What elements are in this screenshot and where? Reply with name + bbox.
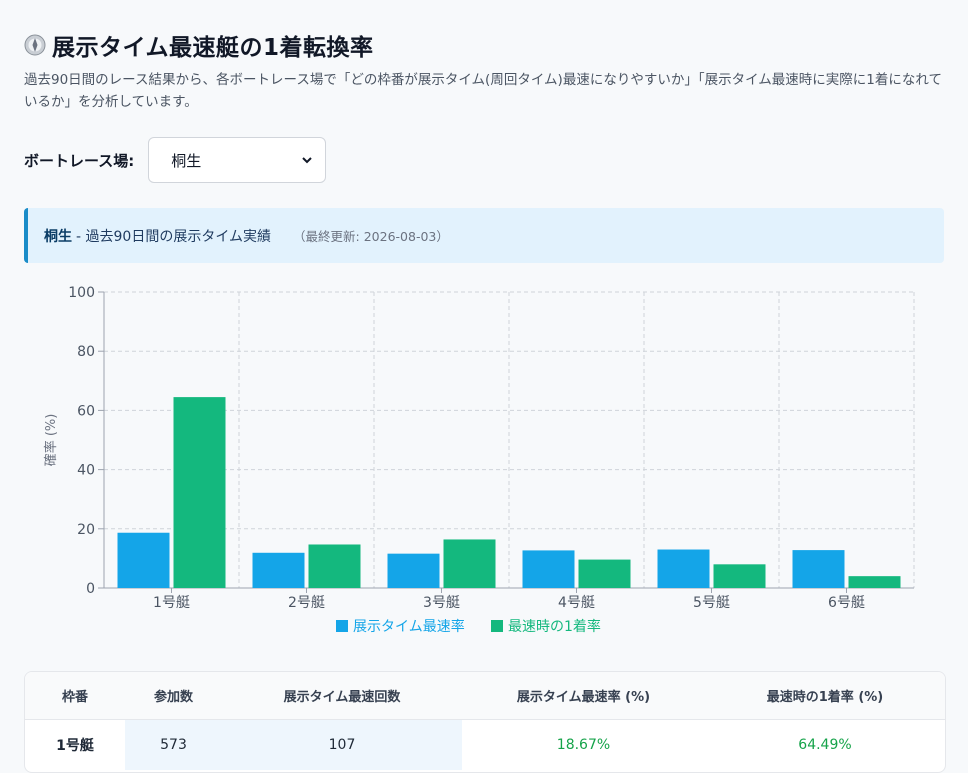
cell-frame: 1号艇 — [56, 738, 94, 754]
x-tick-label: 3号艇 — [423, 595, 460, 611]
x-tick-label: 6号艇 — [828, 595, 865, 611]
x-tick-label: 1号艇 — [153, 595, 190, 611]
y-tick-label: 20 — [77, 522, 95, 538]
legend-swatch — [336, 620, 348, 632]
legend-label: 最速時の1着率 — [508, 618, 601, 635]
bar-fastest-rate — [117, 532, 170, 588]
last-updated: （最終更新: 2026-08-03） — [293, 229, 449, 244]
bar-win-rate — [713, 564, 766, 588]
cell-win-rate: 64.49% — [798, 737, 852, 753]
page-title: 展示タイム最速艇の1着転換率 — [52, 35, 374, 61]
venue-select[interactable]: 桐生 — [148, 137, 327, 183]
column-header-entries[interactable]: 参加数 — [125, 672, 222, 720]
venue-select-value: 桐生 — [171, 151, 202, 170]
y-axis-label: 確率 (%) — [43, 414, 59, 467]
bar-win-rate — [308, 544, 361, 588]
cell-fastest-rate: 18.67% — [556, 737, 611, 753]
x-tick-label: 2号艇 — [288, 595, 325, 611]
column-header-win-rate[interactable]: 最速時の1着率 (%) — [705, 672, 945, 720]
bar-win-rate — [578, 559, 631, 588]
legend-swatch — [491, 620, 503, 632]
bar-fastest-rate — [657, 549, 710, 588]
y-tick-label: 60 — [77, 403, 95, 419]
stats-table: 枠番 参加数 展示タイム最速回数 展示タイム最速率 (%) 最速時の1着率 (%… — [24, 671, 946, 773]
boat-racing-icon — [24, 34, 46, 56]
bar-win-rate — [848, 576, 901, 588]
table-header-row: 枠番 参加数 展示タイム最速回数 展示タイム最速率 (%) 最速時の1着率 (%… — [25, 672, 945, 720]
bar-fastest-rate — [792, 550, 845, 588]
y-tick-label: 80 — [77, 344, 95, 360]
info-venue: 桐生 — [44, 228, 72, 245]
table-row: 1号艇 573 107 18.67% 64.49% — [25, 719, 945, 770]
chevron-down-icon — [302, 157, 312, 164]
column-header-frame[interactable]: 枠番 — [25, 672, 125, 720]
bar-win-rate — [173, 397, 226, 588]
venue-info-banner: 桐生 - 過去90日間の展示タイム実績 （最終更新: 2026-08-03） — [24, 208, 944, 263]
y-tick-label: 100 — [68, 285, 95, 301]
y-tick-label: 40 — [77, 463, 95, 479]
legend-label: 展示タイム最速率 — [353, 618, 465, 635]
venue-filter: ボートレース場: 桐生 — [24, 137, 327, 183]
bar-win-rate — [443, 539, 496, 588]
bar-fastest-rate — [387, 553, 440, 588]
cell-entries: 573 — [125, 719, 222, 770]
bar-fastest-rate — [522, 550, 575, 588]
cell-fastest-count: 107 — [222, 719, 462, 770]
x-tick-label: 4号艇 — [558, 595, 595, 611]
info-text: - 過去90日間の展示タイム実績 — [76, 228, 272, 245]
venue-label: ボートレース場: — [24, 151, 135, 170]
y-tick-label: 0 — [86, 581, 95, 597]
page-description: 過去90日間のレース結果から、各ボートレース場で「どの枠番が展示タイム(周回タイ… — [24, 72, 942, 110]
column-header-fastest-count[interactable]: 展示タイム最速回数 — [222, 672, 462, 720]
column-header-fastest-rate[interactable]: 展示タイム最速率 (%) — [462, 672, 705, 720]
bar-chart: 0 20 40 60 80 100 1号艇 2号艇 3号艇 4号艇 5号艇 6号艇 確率 (%) 展示タイ… — [43, 285, 915, 635]
bar-fastest-rate — [252, 552, 305, 588]
title-row: 展示タイム最速艇の1着転換率 — [24, 28, 374, 62]
x-tick-label: 5号艇 — [693, 595, 730, 611]
